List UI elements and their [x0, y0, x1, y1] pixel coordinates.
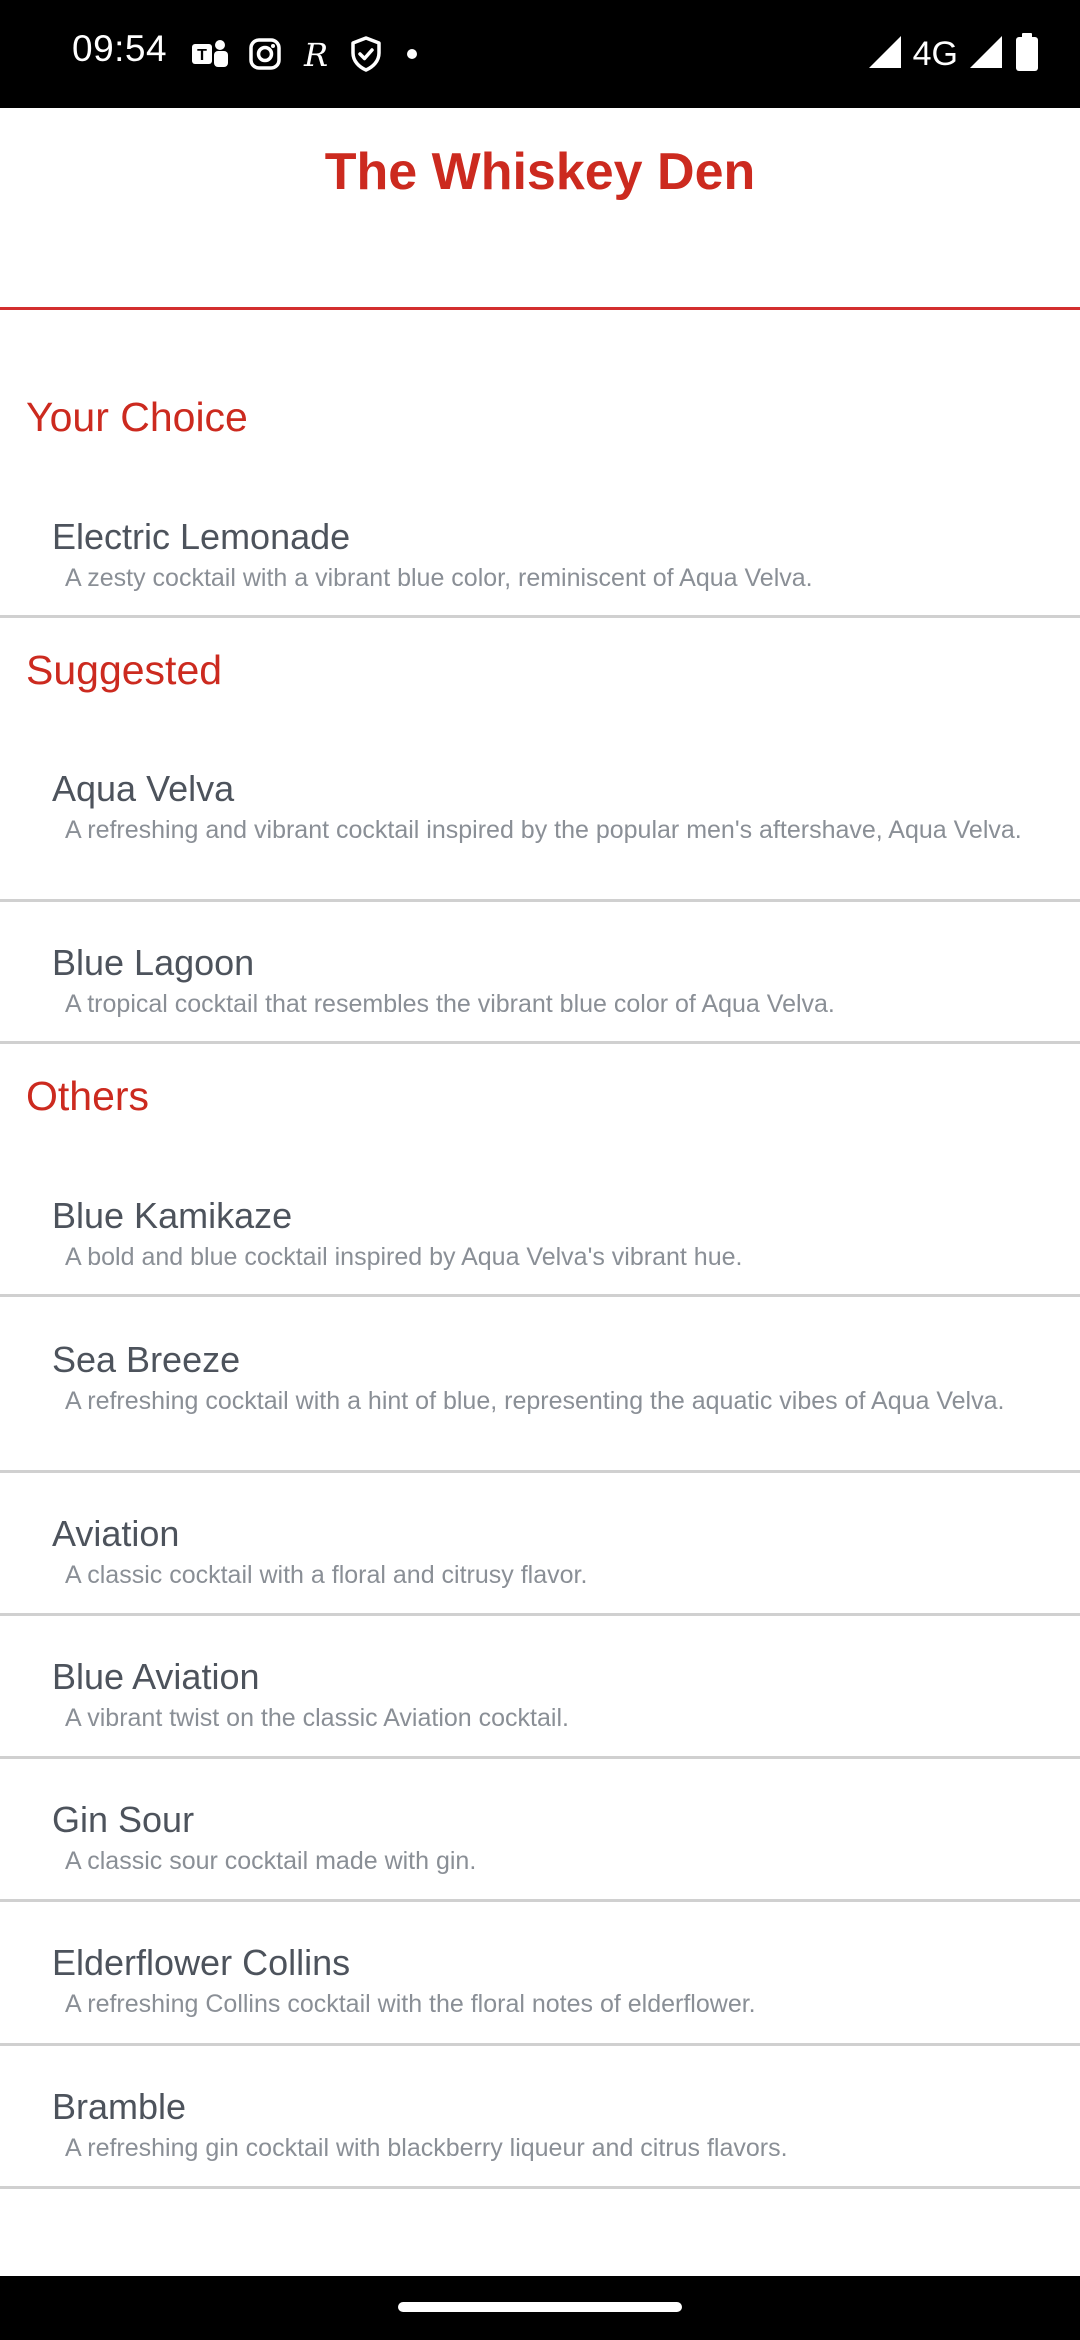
status-bar: 09:54 T R 4G	[0, 0, 1080, 108]
dot-icon	[400, 36, 424, 72]
list-item[interactable]: Sea Breeze A refreshing cocktail with a …	[0, 1297, 1080, 1473]
svg-text:R: R	[303, 36, 328, 72]
signal-icon	[968, 34, 1004, 75]
notification-icons: T R	[190, 34, 424, 74]
item-name: Elderflower Collins	[52, 1942, 351, 1983]
item-description: A classic cocktail with a floral and cit…	[65, 1561, 588, 1589]
item-name: Electric Lemonade	[52, 516, 351, 557]
section-title-your-choice: Your Choice	[26, 394, 248, 440]
item-name: Gin Sour	[52, 1799, 195, 1840]
list-item[interactable]: Electric Lemonade A zesty cocktail with …	[0, 488, 1080, 618]
item-name: Blue Kamikaze	[52, 1195, 293, 1236]
item-description: A classic sour cocktail made with gin.	[65, 1847, 477, 1875]
list-item[interactable]: Aviation A classic cocktail with a flora…	[0, 1473, 1080, 1616]
item-name: Blue Aviation	[52, 1656, 260, 1697]
item-description: A refreshing cocktail with a hint of blu…	[65, 1387, 1005, 1415]
list-item[interactable]: Elderflower Collins A refreshing Collins…	[0, 1902, 1080, 2046]
section-title-suggested: Suggested	[26, 647, 223, 693]
item-name: Bramble	[52, 2086, 187, 2127]
item-name: Sea Breeze	[52, 1339, 241, 1380]
item-name: Aviation	[52, 1513, 180, 1554]
svg-text:T: T	[197, 47, 207, 64]
section-title-others: Others	[26, 1073, 150, 1119]
system-icons: 4G	[867, 32, 1040, 76]
list-item[interactable]: Aqua Velva A refreshing and vibrant cock…	[0, 740, 1080, 902]
app-title: The Whiskey Den	[324, 143, 756, 201]
network-type-label: 4G	[912, 34, 958, 73]
list-item[interactable]: Blue Kamikaze A bold and blue cocktail i…	[0, 1167, 1080, 1297]
item-description: A refreshing Collins cocktail with the f…	[65, 1990, 756, 2018]
list-item[interactable]: Blue Lagoon A tropical cocktail that res…	[0, 902, 1080, 1044]
item-name: Blue Lagoon	[52, 942, 255, 983]
item-description: A refreshing gin cocktail with blackberr…	[65, 2134, 788, 2162]
item-name: Aqua Velva	[52, 768, 235, 809]
battery-icon	[1014, 32, 1040, 77]
home-gesture-handle[interactable]	[398, 2302, 682, 2312]
r-app-icon: R	[300, 36, 332, 72]
item-description: A zesty cocktail with a vibrant blue col…	[65, 564, 813, 592]
list-item[interactable]: Bramble A refreshing gin cocktail with b…	[0, 2046, 1080, 2189]
teams-icon: T	[190, 36, 230, 72]
item-description: A tropical cocktail that resembles the v…	[65, 990, 835, 1018]
navigation-bar	[0, 2276, 1080, 2340]
item-description: A refreshing and vibrant cocktail inspir…	[65, 816, 1022, 844]
app-header: The Whiskey Den	[0, 108, 1080, 310]
status-time: 09:54	[72, 28, 168, 69]
shield-check-icon	[349, 35, 383, 73]
item-description: A bold and blue cocktail inspired by Aqu…	[65, 1243, 743, 1271]
signal-icon	[867, 34, 903, 75]
list-item[interactable]: Blue Aviation A vibrant twist on the cla…	[0, 1616, 1080, 1759]
instagram-icon	[247, 36, 283, 72]
list-item[interactable]: Gin Sour A classic sour cocktail made wi…	[0, 1759, 1080, 1902]
item-description: A vibrant twist on the classic Aviation …	[65, 1704, 569, 1732]
